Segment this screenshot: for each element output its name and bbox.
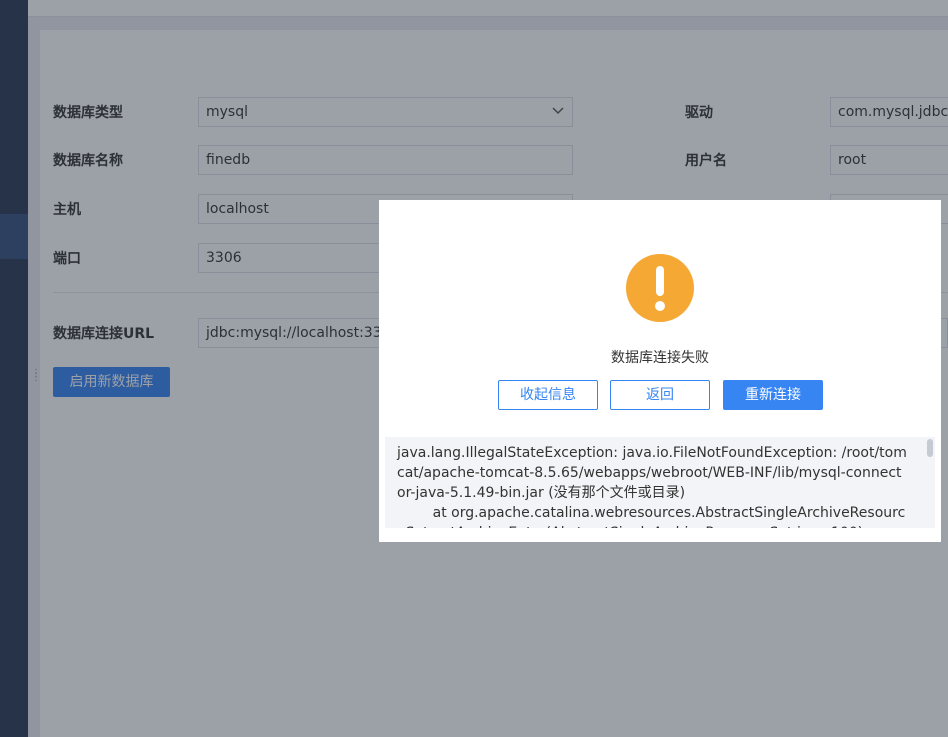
- scrollbar-thumb[interactable]: [927, 439, 933, 457]
- error-scrollbar[interactable]: [925, 437, 935, 528]
- dialog-message: 数据库连接失败: [611, 350, 709, 366]
- error-details: java.lang.IllegalStateException: java.io…: [385, 437, 935, 528]
- back-button[interactable]: 返回: [610, 380, 710, 410]
- connection-error-dialog: 数据库连接失败 收起信息 返回 重新连接 java.lang.IllegalSt…: [379, 200, 941, 542]
- reconnect-button[interactable]: 重新连接: [723, 380, 823, 410]
- error-text: java.lang.IllegalStateException: java.io…: [397, 445, 907, 528]
- warning-icon: [626, 254, 694, 322]
- collapse-info-button[interactable]: 收起信息: [498, 380, 598, 410]
